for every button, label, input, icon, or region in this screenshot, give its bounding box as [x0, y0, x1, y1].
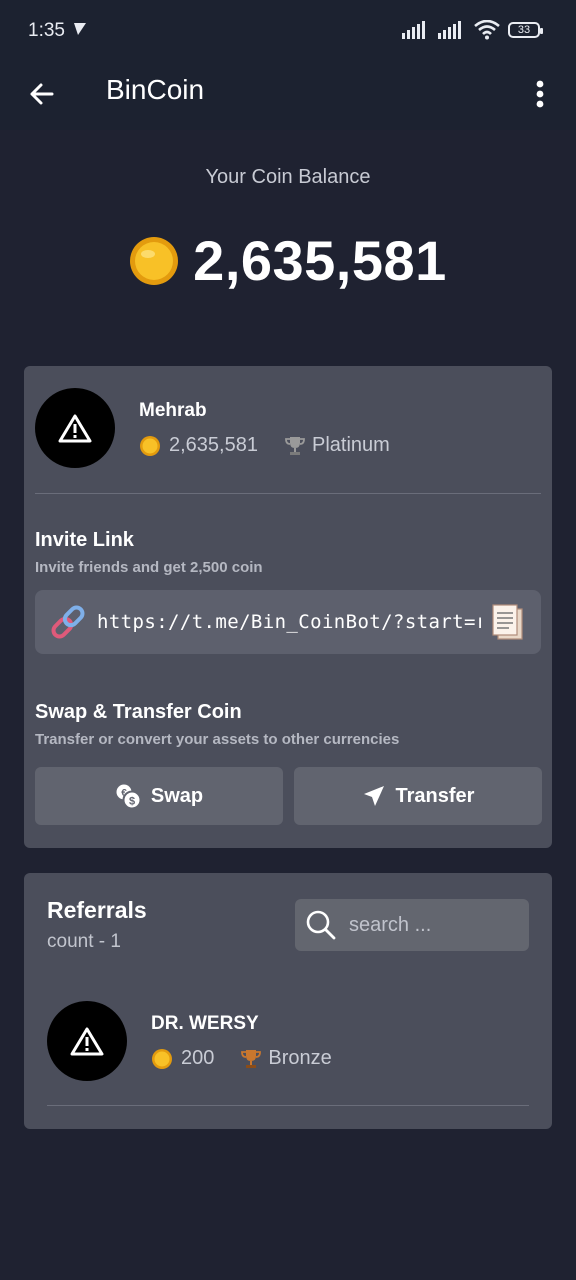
avatar — [35, 388, 115, 468]
coin-icon — [152, 1048, 172, 1069]
coin-icon — [140, 435, 160, 456]
battery-level: 33 — [517, 24, 531, 36]
wifi-icon — [474, 20, 500, 40]
signal-icon — [402, 21, 425, 39]
transfer-button[interactable]: Transfer — [294, 767, 542, 825]
swap-button[interactable]: € $ Swap — [35, 767, 283, 825]
more-vert-icon[interactable] — [528, 76, 552, 116]
transfer-label: Transfer — [395, 784, 475, 807]
search-icon — [306, 910, 336, 940]
invite-link-text[interactable]: https://t.me/Bin_CoinBot/?start=ref_ — [97, 611, 481, 633]
app-title: BinCoin — [106, 74, 205, 105]
referrals-card: Referrals count - 1 search ... DR. WERSY… — [24, 873, 552, 1129]
referral-rank-label: Bronze — [268, 1047, 332, 1069]
profile-name: Mehrab — [139, 400, 207, 421]
search-placeholder: search ... — [349, 913, 432, 936]
divider — [47, 1105, 529, 1106]
back-arrow-icon[interactable] — [22, 74, 62, 114]
status-icons: 33 — [402, 20, 543, 40]
referral-rank: Bronze — [240, 1047, 332, 1070]
coin-icon — [130, 236, 179, 285]
balance-value: 2,635,581 — [193, 229, 447, 292]
search-input[interactable]: search ... — [295, 899, 529, 951]
navigation-status-icon — [74, 23, 86, 35]
avatar — [47, 1001, 127, 1081]
battery-icon: 33 — [508, 22, 543, 38]
warning-icon — [58, 414, 92, 443]
profile-stats: 2,635,581 Platinum — [139, 434, 390, 457]
referrals-title: Referrals — [47, 897, 147, 923]
swap-transfer-subtitle: Transfer or convert your assets to other… — [35, 731, 400, 748]
referral-coins: 200 — [181, 1047, 215, 1069]
status-bar: 1:35 33 — [0, 0, 576, 62]
invite-title: Invite Link — [35, 529, 134, 551]
swap-icon: € $ — [116, 784, 141, 809]
trophy-icon — [241, 1049, 262, 1068]
profile-card: Mehrab 2,635,581 Platinum Invite Link In… — [24, 366, 552, 848]
profile-coins: 2,635,581 — [169, 434, 258, 456]
signal-icon-2 — [438, 21, 461, 39]
svg-text:$: $ — [129, 796, 135, 808]
warning-icon — [70, 1027, 104, 1056]
status-time: 1:35 — [28, 20, 65, 41]
invite-subtitle: Invite friends and get 2,500 coin — [35, 559, 263, 576]
referrals-count: count - 1 — [47, 931, 121, 952]
referral-stats: 200 Bronze — [151, 1047, 332, 1070]
balance-label: Your Coin Balance — [205, 166, 371, 188]
swap-transfer-title: Swap & Transfer Coin — [35, 701, 242, 723]
copy-icon[interactable] — [491, 603, 525, 641]
invite-link-box[interactable]: https://t.me/Bin_CoinBot/?start=ref_ — [35, 590, 541, 654]
send-icon — [363, 786, 384, 806]
profile-rank-label: Platinum — [311, 434, 390, 456]
referral-name: DR. WERSY — [151, 1013, 259, 1034]
balance-row: 2,635,581 — [0, 228, 576, 293]
link-icon — [51, 605, 85, 639]
profile-rank: Platinum — [284, 434, 390, 457]
divider — [35, 493, 541, 494]
app-bar: BinCoin — [0, 62, 576, 130]
swap-label: Swap — [150, 784, 204, 807]
trophy-icon — [285, 436, 305, 455]
